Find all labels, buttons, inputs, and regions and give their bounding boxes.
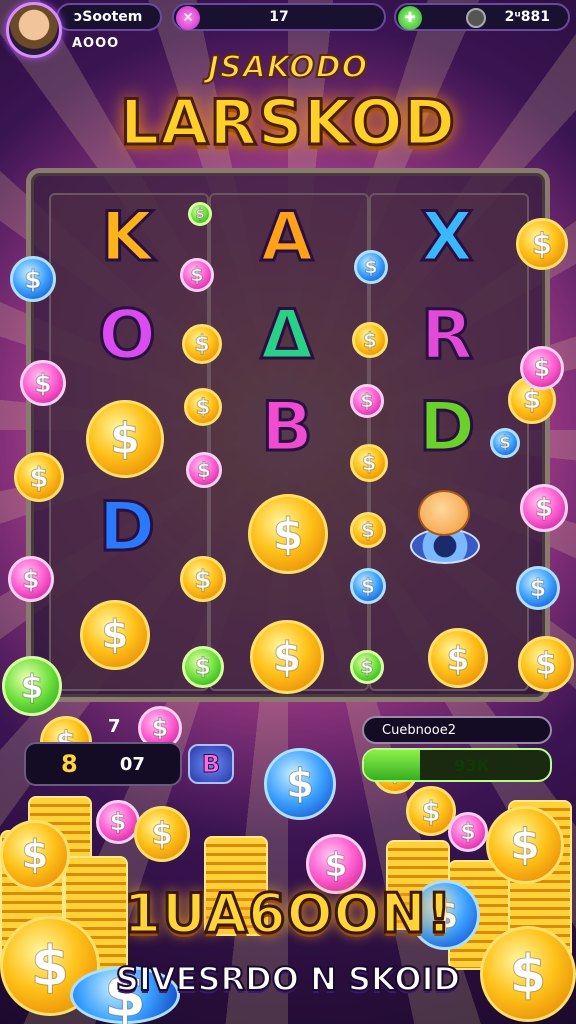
coin-icon: $ (182, 646, 224, 688)
coin-icon: $ (354, 250, 388, 284)
coin-icon: $ (20, 360, 66, 406)
coin-icon: $ (516, 218, 568, 270)
reel-symbol-7: B (260, 386, 315, 468)
coin-icon: $ (186, 452, 222, 488)
game-title: LARSKOD (118, 85, 457, 161)
mascot-icon (404, 488, 484, 566)
mascot-body (418, 490, 470, 536)
coin-icon: $ (350, 444, 388, 482)
coin-icon: $ (350, 568, 386, 604)
coin-icon: $ (8, 556, 54, 602)
coin-icon: $ (80, 600, 150, 670)
coin-icon (466, 8, 486, 28)
gems-counter[interactable]: ✕ 17 (172, 3, 386, 31)
bonus-value: 9ЗК (454, 755, 490, 775)
coin-icon: $ (2, 656, 62, 716)
gems-value: 17 (269, 9, 289, 25)
win-tagline: SIVESRDO N SKOID (115, 959, 461, 999)
coin-icon: $ (350, 384, 384, 418)
player-level: AOOO (72, 36, 120, 51)
coin-icon: $ (134, 806, 190, 862)
reel-symbol-2: A (259, 196, 315, 278)
gem-icon: ✕ (176, 6, 200, 30)
coin-icon: $ (248, 494, 328, 574)
coin-icon: $ (352, 322, 388, 358)
coin-icon: $ (264, 748, 336, 820)
coin-icon: $ (188, 202, 212, 226)
coin-icon: $ (0, 820, 70, 890)
cash-value: 2ᵘ881 (504, 9, 550, 25)
reel-symbol-4: O (97, 294, 158, 376)
coin-icon: $ (14, 452, 64, 502)
coin-icon: $ (516, 566, 560, 610)
add-cash-icon[interactable]: ✚ (398, 6, 422, 30)
reel-symbol-1: K (99, 196, 155, 278)
coin-icon: $ (182, 324, 222, 364)
coin-icon: $ (10, 256, 56, 302)
coin-icon: $ (448, 812, 488, 852)
coin-icon: $ (250, 620, 324, 694)
spin-button[interactable]: B (188, 744, 234, 784)
bonus-label-pill: Cuebnooe2 (362, 716, 552, 744)
player-name: ↄSootem (74, 9, 143, 25)
coin-icon: $ (490, 428, 520, 458)
bet-panel[interactable]: 8 07 (24, 742, 182, 786)
coin-icon: $ (86, 400, 164, 478)
game-subtitle: JSAKODO (207, 49, 369, 86)
top-hud: ↄSootem AOOO ✕ 17 ✚ 2ᵘ881 (0, 0, 576, 58)
bet-value-a: 8 (61, 750, 78, 778)
reel-symbol-8: D (417, 386, 476, 468)
bet-value-b: 07 (119, 753, 145, 775)
coin-icon: $ (180, 556, 226, 602)
reel-symbol-6: R (419, 294, 474, 376)
bonus-label: Cuebnooe2 (382, 722, 456, 738)
cash-counter[interactable]: ✚ 2ᵘ881 (394, 3, 570, 31)
bet-label: 7 (108, 716, 121, 737)
coin-icon: $ (518, 636, 574, 692)
coin-icon: $ (350, 512, 386, 548)
coin-icon: $ (520, 484, 568, 532)
coin-icon: $ (520, 346, 564, 390)
reel-symbol-9: D (97, 486, 156, 568)
win-headline: 1UA6OON! (122, 881, 453, 947)
reel-symbol-5: Δ (259, 294, 315, 376)
coin-icon: $ (350, 650, 384, 684)
coin-icon: $ (180, 258, 214, 292)
coin-icon: $ (184, 388, 222, 426)
reel-symbol-3: X (419, 196, 474, 278)
coin-icon: $ (428, 628, 488, 688)
bonus-progress-bar[interactable]: 9ЗК (362, 748, 552, 782)
player-name-pill[interactable]: ↄSootem (56, 3, 162, 31)
coin-icon: $ (486, 806, 564, 884)
